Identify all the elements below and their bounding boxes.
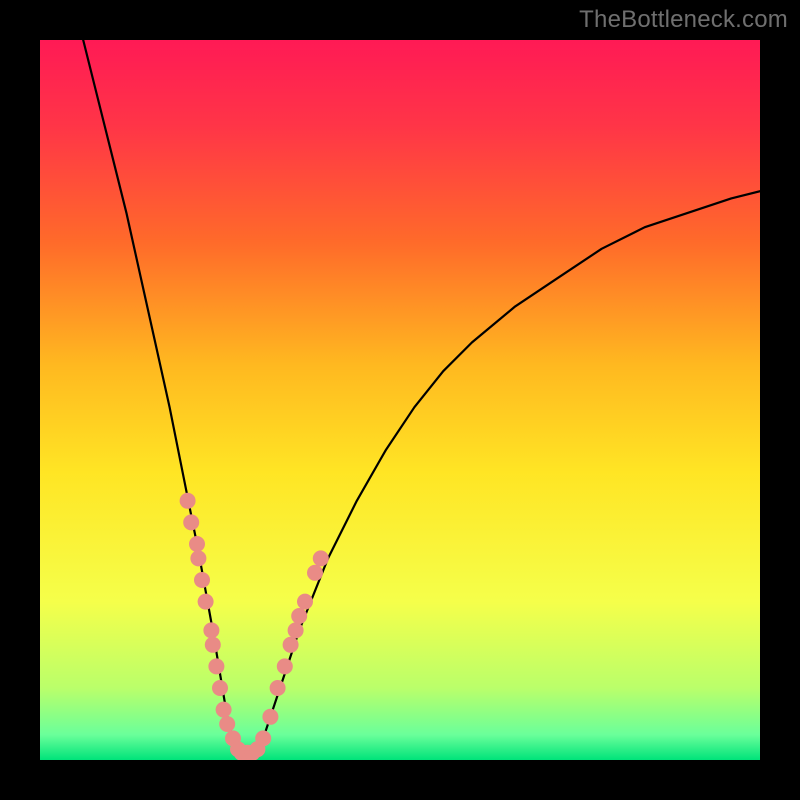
data-marker [277,658,293,674]
bottleneck-curve [83,40,760,760]
data-marker [183,514,199,530]
data-marker [216,702,232,718]
data-marker [283,637,299,653]
data-marker [219,716,235,732]
data-marker [262,709,278,725]
data-marker [180,493,196,509]
data-marker [288,622,304,638]
data-marker [212,680,228,696]
data-marker [307,565,323,581]
data-marker [270,680,286,696]
chart-svg [40,40,760,760]
data-marker [189,536,205,552]
data-marker [208,658,224,674]
data-marker [313,550,329,566]
chart-frame: TheBottleneck.com [0,0,800,800]
data-marker [297,594,313,610]
data-marker [198,594,214,610]
data-marker [190,550,206,566]
data-marker [194,572,210,588]
data-marker [255,730,271,746]
watermark-text: TheBottleneck.com [579,6,788,34]
plot-area [40,40,760,760]
data-marker [291,608,307,624]
data-marker [205,637,221,653]
data-marker [203,622,219,638]
